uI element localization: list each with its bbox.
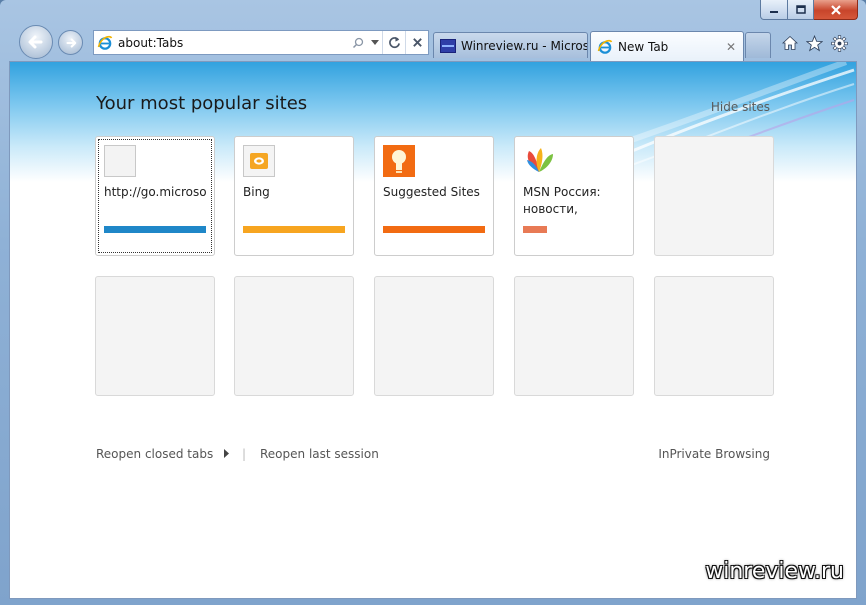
address-search-button[interactable]	[348, 31, 368, 54]
maximize-icon	[795, 4, 806, 14]
reopen-closed-tabs-label: Reopen closed tabs	[96, 447, 214, 461]
tile-suggested-sites[interactable]: Suggested Sites	[374, 136, 494, 256]
usage-bar	[523, 226, 547, 233]
tab-title: New Tab	[618, 39, 669, 54]
refresh-button[interactable]	[382, 31, 405, 54]
usage-bar	[383, 226, 485, 233]
usage-bar	[243, 226, 345, 233]
msn-butterfly-icon	[527, 148, 553, 172]
minimize-icon	[770, 10, 778, 13]
footer-separator: |	[242, 447, 247, 461]
back-arrow-icon	[28, 35, 43, 49]
chevron-right-icon	[224, 449, 230, 458]
maximize-button[interactable]	[788, 0, 814, 20]
minimize-button[interactable]	[760, 0, 788, 20]
tile-msn-russia[interactable]: MSN Россия: новости, почта...	[514, 136, 634, 256]
caption-buttons	[760, 0, 858, 20]
forward-arrow-icon	[65, 37, 76, 48]
address-bar[interactable]: about:Tabs	[93, 30, 429, 55]
browser-window: about:Tabs Winreview.ru - Micros New Tab…	[0, 0, 866, 605]
stop-button[interactable]	[405, 31, 428, 54]
stop-icon	[412, 38, 422, 47]
inprivate-browsing-link[interactable]: InPrivate Browsing	[658, 447, 770, 461]
search-icon	[352, 37, 364, 48]
home-icon	[782, 35, 798, 50]
chevron-down-icon	[371, 39, 379, 45]
page-title: Your most popular sites	[96, 93, 308, 114]
reopen-closed-tabs-link[interactable]: Reopen closed tabs	[96, 447, 231, 461]
new-tab-button[interactable]	[745, 32, 771, 58]
tab-title: Winreview.ru - Micros	[461, 38, 587, 53]
tile-label: http://go.microso	[104, 185, 207, 199]
tile-empty[interactable]	[654, 276, 774, 396]
suggested-sites-icon	[383, 145, 415, 177]
tile-empty[interactable]	[514, 276, 634, 396]
ie-tab-icon	[597, 39, 613, 54]
tab-close-button[interactable]: ✕	[726, 40, 736, 54]
blank-page-icon	[104, 145, 136, 177]
watermark: winreview.ru	[705, 559, 844, 584]
gear-icon	[830, 34, 848, 52]
favorites-button[interactable]	[804, 33, 824, 53]
tools-button[interactable]	[829, 33, 849, 53]
tab-winreview[interactable]: Winreview.ru - Micros	[433, 32, 588, 58]
tile-empty[interactable]	[234, 276, 354, 396]
ie-page-icon	[97, 35, 113, 50]
usage-bar	[104, 226, 206, 233]
reopen-last-session-link[interactable]: Reopen last session	[260, 447, 379, 461]
tile-label: Suggested Sites	[383, 185, 480, 199]
tile-go-microsoft[interactable]: http://go.microso	[95, 136, 215, 256]
tile-empty[interactable]	[374, 276, 494, 396]
page-content: Your most popular sites Hide sites http:…	[9, 61, 857, 599]
address-dropdown-button[interactable]	[368, 31, 382, 54]
close-icon	[830, 4, 841, 15]
tile-label: MSN Россия: новости, почта...	[523, 185, 601, 216]
tab-new-tab[interactable]: New Tab ✕	[590, 31, 744, 61]
home-button[interactable]	[780, 33, 800, 53]
back-button[interactable]	[19, 25, 53, 59]
bing-icon	[243, 145, 275, 177]
star-icon	[805, 34, 823, 52]
site-favicon-icon	[440, 38, 456, 53]
tile-label: Bing	[243, 185, 270, 199]
tile-bing[interactable]: Bing	[234, 136, 354, 256]
forward-button[interactable]	[58, 30, 83, 55]
address-input[interactable]: about:Tabs	[118, 36, 348, 50]
hide-sites-link[interactable]: Hide sites	[711, 100, 770, 114]
tile-empty[interactable]	[95, 276, 215, 396]
tile-empty[interactable]	[654, 136, 774, 256]
close-window-button[interactable]	[814, 0, 858, 20]
refresh-icon	[388, 36, 400, 49]
